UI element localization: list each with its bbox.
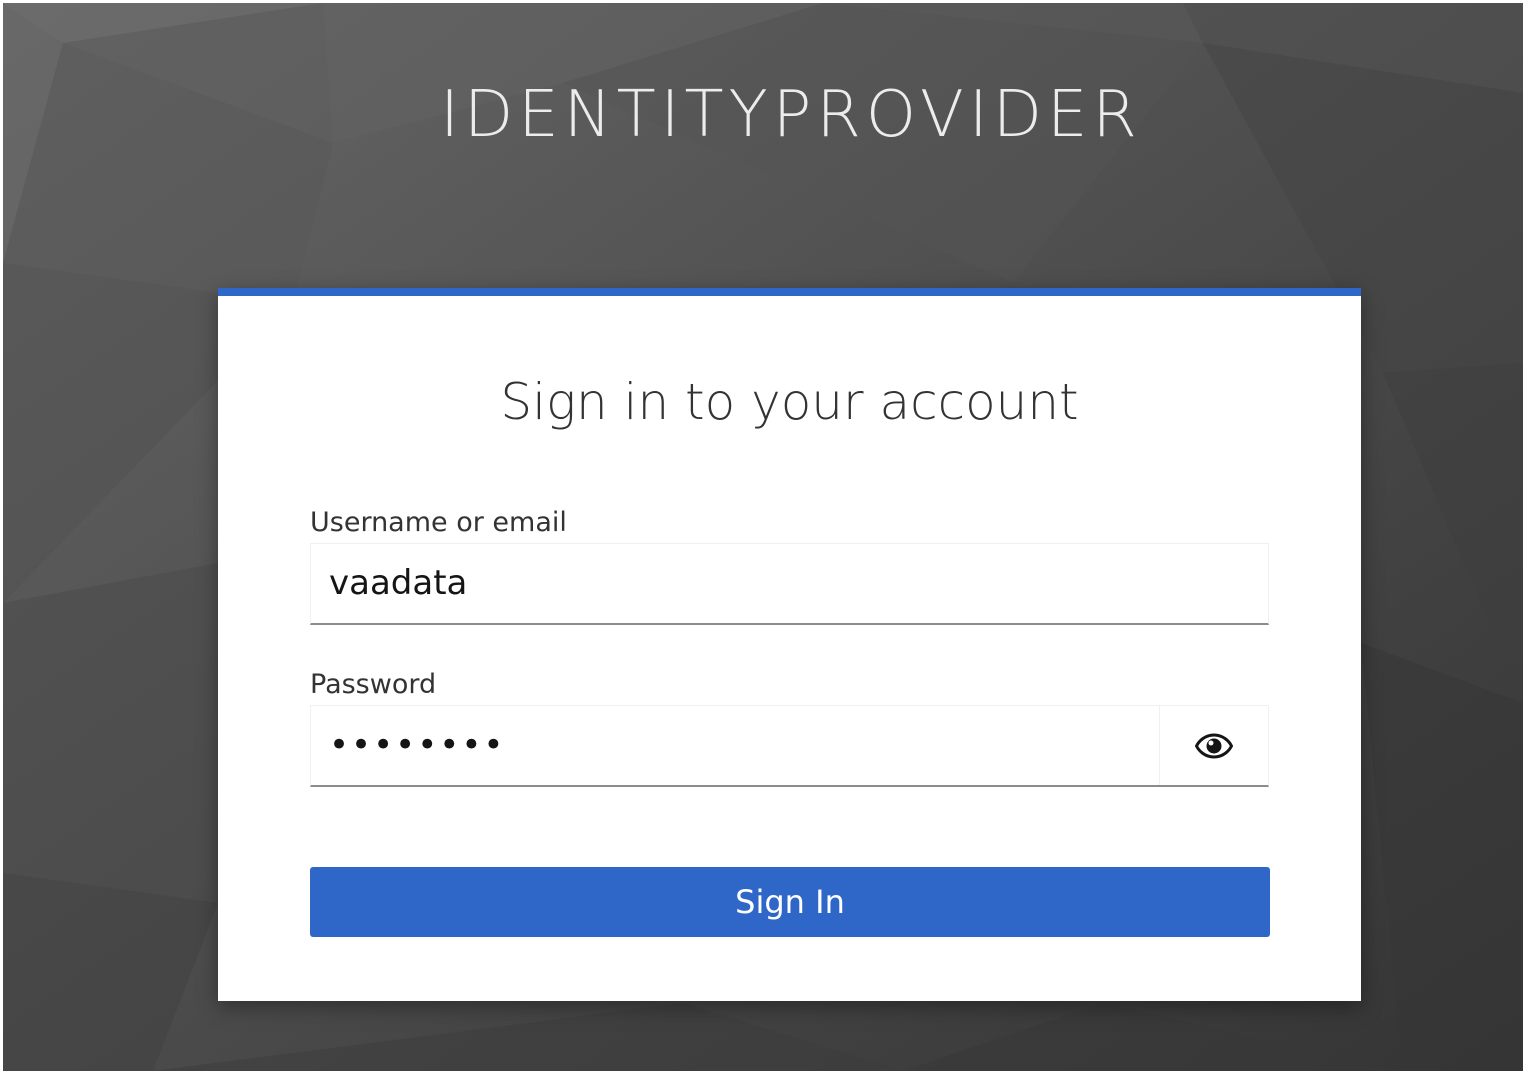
username-field-container bbox=[310, 543, 1269, 625]
username-label: Username or email bbox=[310, 507, 567, 538]
password-label: Password bbox=[310, 669, 437, 700]
show-password-button[interactable] bbox=[1159, 706, 1268, 785]
login-page: IDENTITYPROVIDER Sign in to your account… bbox=[3, 3, 1523, 1071]
password-field-container bbox=[310, 705, 1269, 787]
login-heading: Sign in to your account bbox=[500, 373, 1079, 431]
login-card: Sign in to your account Username or emai… bbox=[218, 288, 1361, 1001]
eye-icon bbox=[1195, 732, 1233, 759]
brand-title: IDENTITYPROVIDER bbox=[440, 78, 1142, 152]
password-input[interactable] bbox=[311, 706, 1160, 784]
sign-in-button[interactable]: Sign In bbox=[310, 867, 1270, 937]
username-input[interactable] bbox=[311, 544, 1268, 622]
